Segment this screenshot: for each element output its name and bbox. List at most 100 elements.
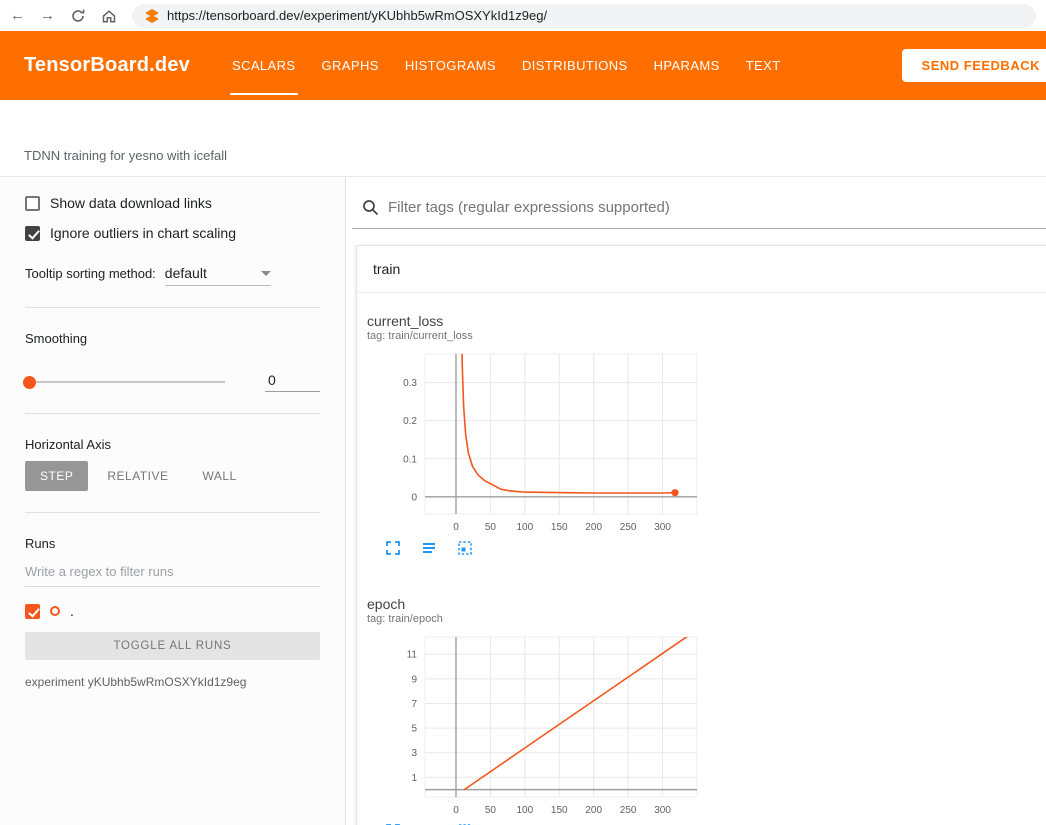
tab-label: TEXT — [746, 58, 781, 73]
refresh-icon[interactable] — [70, 8, 86, 24]
smoothing-value-input[interactable]: 0 — [265, 372, 320, 392]
chart-title: epoch — [367, 596, 704, 612]
toggle-all-runs-button[interactable]: TOGGLE ALL RUNS — [25, 632, 320, 660]
tooltip-sorting-label: Tooltip sorting method: — [25, 266, 156, 281]
svg-text:11: 11 — [407, 650, 418, 661]
smoothing-slider-thumb[interactable] — [23, 376, 36, 389]
chevron-down-icon — [261, 271, 271, 276]
tag-group-title[interactable]: train — [357, 246, 1046, 293]
fit-domain-icon[interactable] — [457, 540, 473, 556]
svg-text:5: 5 — [411, 724, 417, 735]
svg-text:200: 200 — [585, 805, 602, 816]
svg-text:150: 150 — [551, 522, 568, 533]
svg-text:50: 50 — [485, 522, 497, 533]
url-text: https://tensorboard.dev/experiment/yKUbh… — [167, 8, 547, 23]
search-icon — [362, 199, 379, 216]
axis-wall-button[interactable]: WALL — [187, 461, 251, 491]
run-checkbox[interactable] — [25, 604, 40, 619]
tab-label: DISTRIBUTIONS — [522, 58, 628, 73]
tooltip-sorting-value: default — [165, 265, 207, 281]
svg-text:3: 3 — [411, 748, 417, 759]
tab-label: SCALARS — [232, 58, 296, 73]
svg-text:50: 50 — [485, 805, 497, 816]
filter-tags-input[interactable] — [388, 199, 1046, 216]
svg-text:9: 9 — [411, 674, 417, 685]
horizontal-axis-buttons: STEPRELATIVEWALL — [25, 461, 320, 491]
run-color-swatch — [50, 606, 60, 616]
tooltip-sorting-select[interactable]: default — [165, 265, 271, 286]
svg-text:0.2: 0.2 — [403, 416, 417, 427]
svg-text:1: 1 — [411, 773, 417, 784]
scalar-chart-card: current_loss tag: train/current_loss 050… — [367, 313, 704, 556]
ignore-outliers-label: Ignore outliers in chart scaling — [50, 225, 236, 241]
svg-text:7: 7 — [411, 699, 417, 710]
ignore-outliers-row[interactable]: Ignore outliers in chart scaling — [25, 225, 320, 241]
smoothing-slider[interactable] — [25, 381, 225, 383]
chart-tag: tag: train/current_loss — [367, 330, 704, 342]
axis-step-button[interactable]: STEP — [25, 461, 88, 491]
ignore-outliers-checkbox[interactable] — [25, 226, 40, 241]
divider — [25, 512, 320, 513]
chart-tag: tag: train/epoch — [367, 613, 704, 625]
chart-plot[interactable]: 0 50 100 150 200 250 300 1 3 5 7 9 11 — [367, 629, 704, 821]
tab-label: HISTOGRAMS — [405, 58, 496, 73]
svg-text:250: 250 — [620, 522, 637, 533]
svg-text:100: 100 — [517, 805, 534, 816]
tab-graphs[interactable]: GRAPHS — [322, 31, 379, 100]
axis-relative-button[interactable]: RELATIVE — [92, 461, 183, 491]
fullscreen-icon[interactable] — [385, 540, 401, 556]
home-icon[interactable] — [101, 8, 117, 24]
browser-toolbar: ← → https://tensorboard.dev/experiment/y… — [0, 0, 1046, 31]
svg-text:0: 0 — [453, 522, 459, 533]
app-title: TensorBoard.dev — [24, 54, 190, 77]
tab-distributions[interactable]: DISTRIBUTIONS — [522, 31, 628, 100]
show-download-links-checkbox[interactable] — [25, 196, 40, 211]
svg-text:0.3: 0.3 — [403, 378, 417, 389]
experiment-title-row: TDNN training for yesno with icefall — [0, 100, 1046, 177]
scalar-chart-card: epoch tag: train/epoch 0 50 100 150 200 250 30… — [367, 596, 704, 825]
tooltip-sorting-row: Tooltip sorting method: default — [25, 265, 320, 286]
main-nav: SCALARS GRAPHS HISTOGRAMS DISTRIBUTIONS HPAR… — [232, 31, 781, 100]
tensorboard-favicon — [145, 9, 159, 23]
tag-group-card: train current_loss tag: train/current_lo… — [356, 245, 1046, 825]
send-feedback-button[interactable]: SEND FEEDBACK — [902, 49, 1046, 82]
filter-tags-row — [352, 189, 1046, 229]
svg-text:200: 200 — [585, 522, 602, 533]
horizontal-axis-label: Horizontal Axis — [25, 437, 320, 452]
tab-scalars[interactable]: SCALARS — [232, 31, 296, 100]
divider — [25, 413, 320, 414]
settings-sidebar: Show data download links Ignore outliers… — [0, 177, 346, 825]
svg-text:300: 300 — [654, 522, 671, 533]
tab-text[interactable]: TEXT — [746, 31, 781, 100]
scalars-panel: train current_loss tag: train/current_lo… — [346, 177, 1046, 825]
svg-text:0: 0 — [453, 805, 459, 816]
address-bar[interactable]: https://tensorboard.dev/experiment/yKUbh… — [132, 4, 1036, 28]
divider — [25, 307, 320, 308]
smoothing-label: Smoothing — [25, 331, 320, 346]
app-header: TensorBoard.dev SCALARS GRAPHS HISTOGRAMS D… — [0, 31, 1046, 100]
chart-plot[interactable]: 0 50 100 150 200 250 300 0 0.1 0.2 0.3 — [367, 346, 704, 538]
back-icon[interactable]: ← — [10, 8, 25, 23]
tab-label: GRAPHS — [322, 58, 379, 73]
experiment-id-text: experiment yKUbhb5wRmOSXYkId1z9eg — [25, 675, 320, 689]
runs-label: Runs — [25, 536, 320, 551]
data-lines-icon[interactable] — [421, 540, 437, 556]
experiment-title: TDNN training for yesno with icefall — [24, 148, 1022, 163]
run-row[interactable]: . — [25, 603, 320, 619]
show-download-links-label: Show data download links — [50, 195, 212, 211]
chart-toolbar — [385, 540, 704, 556]
charts-grid: current_loss tag: train/current_loss 050… — [357, 293, 1046, 825]
svg-text:0.1: 0.1 — [403, 454, 417, 465]
tab-histograms[interactable]: HISTOGRAMS — [405, 31, 496, 100]
forward-icon[interactable]: → — [40, 8, 55, 23]
svg-text:0: 0 — [411, 492, 417, 503]
svg-text:300: 300 — [654, 805, 671, 816]
svg-text:150: 150 — [551, 805, 568, 816]
run-name: . — [70, 603, 74, 619]
svg-text:100: 100 — [517, 522, 534, 533]
svg-text:250: 250 — [620, 805, 637, 816]
show-download-links-row[interactable]: Show data download links — [25, 195, 320, 211]
runs-filter-input[interactable] — [25, 564, 320, 587]
smoothing-slider-row: 0 — [25, 372, 320, 392]
tab-hparams[interactable]: HPARAMS — [654, 31, 720, 100]
